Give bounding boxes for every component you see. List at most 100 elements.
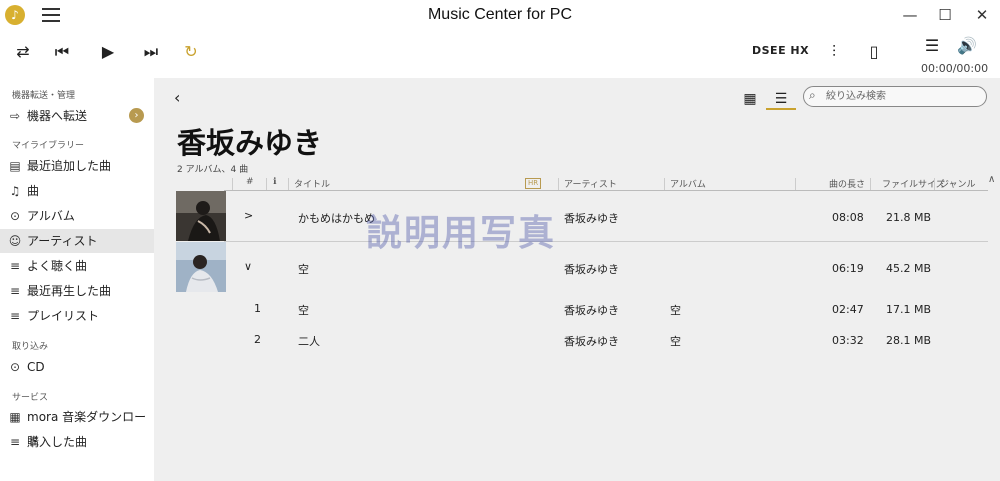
sidebar-item-cd[interactable]: ⊙ CD — [0, 355, 154, 379]
title-bar: ♪ Music Center for PC — ☐ ✕ — [0, 0, 1000, 32]
track-title[interactable]: 二人 — [298, 333, 320, 349]
playlist-icon: ≡ — [9, 435, 21, 449]
shuffle-icon[interactable]: ⇄ — [9, 40, 37, 64]
sidebar-item-recently-played[interactable]: ≡ 最近再生した曲 — [0, 279, 154, 303]
album-length: 06:19 — [832, 262, 864, 275]
album-title: かもめはかもめ — [298, 212, 375, 225]
sidebar-item-label: よく聴く曲 — [27, 259, 88, 273]
section-my-library: マイライブラリー — [12, 141, 85, 151]
sidebar-item-artists[interactable]: ☺ アーティスト — [0, 229, 154, 253]
sidebar-item-label: アーティスト — [27, 234, 98, 248]
track-length: 02:47 — [832, 303, 864, 316]
column-header-length[interactable]: 曲の長さ — [829, 177, 865, 190]
repeat-icon[interactable]: ↻ — [177, 40, 205, 64]
sidebar-item-purchased[interactable]: ≡ 購入した曲 — [0, 430, 154, 454]
playback-time: 00:00/00:00 — [921, 62, 989, 75]
close-button[interactable]: ✕ — [970, 6, 994, 26]
track-album: 空 — [670, 304, 681, 317]
column-divider — [934, 178, 935, 190]
sidebar-item-label: アルバム — [27, 209, 75, 223]
album-cover-sora[interactable] — [176, 242, 226, 292]
track-title[interactable]: 空 — [298, 302, 309, 318]
device-icon[interactable]: ▯ — [860, 40, 888, 64]
sidebar-item-label: 購入した曲 — [27, 435, 88, 449]
minimize-button[interactable]: — — [898, 6, 922, 26]
column-divider — [795, 178, 796, 190]
album-file-size: 21.8 MB — [886, 211, 932, 224]
column-header-artist[interactable]: アーティスト — [564, 177, 617, 190]
album-expand-icon[interactable]: > — [244, 209, 253, 222]
equalizer-icon[interactable]: ⫶ — [820, 40, 848, 64]
playlist-icon: ≡ — [9, 284, 21, 298]
sidebar-item-label: 機器へ転送 — [27, 109, 88, 123]
grid-view-icon[interactable]: ▦ — [735, 88, 765, 110]
column-header-genre[interactable]: ジャンル — [940, 177, 976, 190]
section-device-management: 機器転送・管理 — [12, 91, 76, 101]
sidebar-item-albums[interactable]: ⊙ アルバム — [0, 204, 154, 228]
column-divider — [288, 178, 289, 190]
previous-track-icon[interactable]: ⏮ — [48, 40, 76, 64]
next-track-icon[interactable]: ⏭ — [137, 40, 165, 64]
sidebar-item-mora[interactable]: ▦ mora 音楽ダウンロード — [0, 405, 154, 448]
playlist-icon: ≡ — [9, 309, 21, 323]
artist-summary: 2 アルバム、4 曲 — [177, 165, 249, 175]
search-input[interactable]: 絞り込み検索 — [803, 86, 987, 107]
queue-icon[interactable]: ☰ — [918, 34, 946, 58]
list-view-icon[interactable]: ☰ — [766, 88, 796, 110]
cd-icon: ⊙ — [9, 360, 21, 374]
sidebar-item-playlists[interactable]: ≡ プレイリスト — [0, 304, 154, 328]
column-header-file-size[interactable]: ファイルサイズ — [882, 177, 945, 190]
track-length: 03:32 — [832, 334, 864, 347]
column-divider — [266, 178, 267, 190]
maximize-button[interactable]: ☐ — [933, 6, 957, 26]
header-divider — [224, 190, 988, 191]
mora-icon: ▦ — [9, 410, 21, 424]
column-header-album[interactable]: アルバム — [670, 177, 706, 190]
window-title: Music Center for PC — [427, 6, 573, 23]
sidebar-item-label: CD — [27, 360, 45, 374]
menu-icon[interactable] — [42, 8, 60, 22]
column-divider — [870, 178, 871, 190]
sidebar-item-frequently-played[interactable]: ≡ よく聴く曲 — [0, 254, 154, 278]
playlist-icon: ≡ — [9, 259, 21, 273]
column-header-title[interactable]: タイトル — [294, 177, 330, 190]
track-artist: 香坂みゆき — [564, 304, 619, 317]
column-divider — [232, 178, 233, 190]
sidebar-item-songs[interactable]: ♫ 曲 — [0, 179, 154, 203]
play-icon[interactable]: ▶ — [94, 40, 122, 64]
section-import: 取り込み — [12, 342, 49, 352]
sidebar-item-recently-added[interactable]: ▤ 最近追加した曲 — [0, 154, 154, 178]
album-collapse-icon[interactable]: ∨ — [244, 260, 252, 273]
page-title: 香坂みゆき — [177, 126, 323, 160]
sidebar-item-label: 最近追加した曲 — [27, 159, 112, 173]
row-divider — [224, 241, 988, 242]
album-cover-kamome[interactable] — [176, 191, 226, 241]
app-logo-icon: ♪ — [5, 5, 25, 25]
album-title: 空 — [298, 263, 309, 276]
chevron-right-icon[interactable]: › — [129, 108, 144, 123]
column-divider — [558, 178, 559, 190]
sidebar-item-label: 最近再生した曲 — [27, 284, 112, 298]
track-file-size: 28.1 MB — [886, 334, 932, 347]
scroll-up-icon[interactable]: ∧ — [988, 174, 995, 185]
sidebar-item-label: プレイリスト — [27, 309, 100, 323]
track-number: 1 — [254, 302, 261, 315]
volume-icon[interactable]: 🔊 — [953, 34, 981, 58]
sidebar-item-transfer[interactable]: ⇨ 機器へ転送 › — [0, 104, 154, 128]
track-artist: 香坂みゆき — [564, 335, 619, 348]
back-button[interactable]: ‹ — [174, 88, 180, 107]
recent-added-icon: ▤ — [9, 159, 21, 173]
info-icon[interactable]: ℹ — [273, 177, 276, 187]
album-icon: ⊙ — [9, 209, 21, 223]
main-content: ‹ ▦ ☰ 絞り込み検索 ⌕ 香坂みゆき 2 アルバム、4 曲 # ℹ タイトル… — [154, 78, 1000, 481]
transport-bar: ⇄ ⏮ ▶ ⏭ ↻ DSEE HX ⫶ ▯ ☰ 🔊 00:00/00:00 — [0, 32, 1000, 78]
dsee-hx-button[interactable]: DSEE HX — [752, 44, 809, 57]
column-header-hr[interactable]: HR — [525, 178, 542, 189]
album-artist: 香坂みゆき — [564, 263, 619, 276]
track-number: 2 — [254, 333, 261, 346]
transfer-icon: ⇨ — [9, 109, 21, 123]
search-icon: ⌕ — [809, 88, 816, 102]
column-header-number[interactable]: # — [246, 177, 254, 187]
track-album: 空 — [670, 335, 681, 348]
album-file-size: 45.2 MB — [886, 262, 932, 275]
